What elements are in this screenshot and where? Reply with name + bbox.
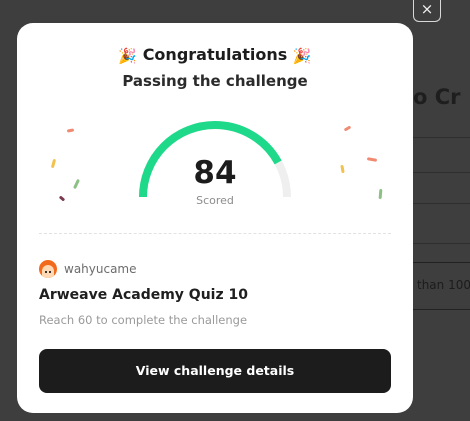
avatar-icon [39,260,57,278]
party-popper-icon: 🎉 [292,47,312,65]
modal-title-text: Congratulations [142,45,288,64]
score-value: 84 [193,155,237,191]
score-label: Scored [196,194,234,207]
result-modal: 🎉 Congratulations 🎉 Passing the challeng… [17,23,413,413]
confetti-decoration [73,178,80,190]
modal-subtitle: Passing the challenge [122,72,308,90]
modal-title: 🎉 Congratulations 🎉 [17,45,413,65]
quiz-title: Arweave Academy Quiz 10 [39,287,248,303]
confetti-decoration [50,158,57,169]
confetti-decoration [58,195,66,202]
username: wahyucame [64,262,137,276]
confetti-decoration [340,164,345,174]
confetti-decoration [343,125,352,132]
quiz-description: Reach 60 to complete the challenge [39,313,248,327]
view-challenge-details-button[interactable]: View challenge details [39,349,391,393]
close-button[interactable]: × [413,0,441,22]
close-icon: × [420,0,434,18]
confetti-decoration [366,157,378,162]
section-divider [39,233,391,234]
confetti-decoration [66,128,75,133]
background-text: than 100 [417,278,470,292]
party-popper-icon: 🎉 [118,47,138,65]
confetti-decoration [378,188,383,200]
